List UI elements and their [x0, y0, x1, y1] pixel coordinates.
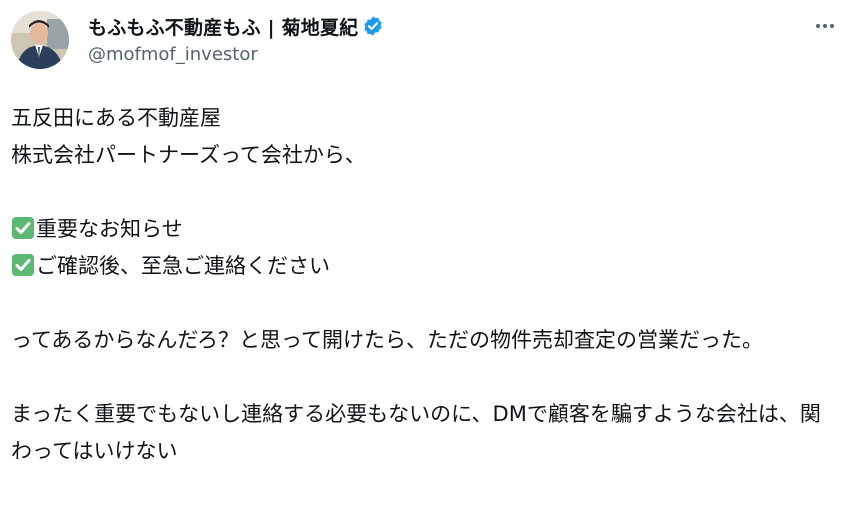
- verified-badge-icon: [362, 15, 384, 37]
- tweet-line: 五反田にある不動産屋: [11, 106, 221, 130]
- tweet-paragraph: まったく重要でもないし連絡する必要もないのに、DMで顧客を騙すような会社は、関わ…: [11, 402, 821, 463]
- more-options-icon[interactable]: [810, 14, 840, 38]
- name-row: もふもふ不動産もふ | 菊地夏紀: [88, 12, 384, 40]
- tweet: もふもふ不動産もふ | 菊地夏紀 @mofmof_investor 五反田にある…: [0, 0, 850, 508]
- author-header: もふもふ不動産もふ | 菊地夏紀 @mofmof_investor: [88, 12, 384, 65]
- handle[interactable]: @mofmof_investor: [88, 44, 384, 65]
- display-name[interactable]: もふもふ不動産もふ | 菊地夏紀: [88, 13, 358, 40]
- check-mark-icon: [11, 215, 35, 239]
- avatar[interactable]: [11, 11, 69, 69]
- tweet-text: 五反田にある不動産屋 株式会社パートナーズって会社から、 重要なお知らせ ご確認…: [11, 100, 841, 470]
- tweet-line: 株式会社パートナーズって会社から、: [11, 143, 366, 167]
- checklist-text: ご確認後、至急ご連絡ください: [36, 254, 330, 278]
- checklist-item: ご確認後、至急ご連絡ください: [11, 248, 841, 285]
- checklist-item: 重要なお知らせ: [11, 211, 841, 248]
- tweet-paragraph: ってあるからなんだろ？と思って開けたら、ただの物件売却査定の営業だった。: [11, 328, 764, 352]
- checklist-text: 重要なお知らせ: [36, 217, 183, 241]
- check-mark-icon: [11, 252, 35, 276]
